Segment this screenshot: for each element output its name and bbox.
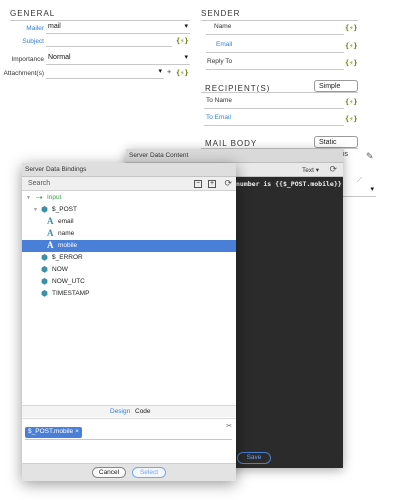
mailer-select[interactable]: mail ▾ — [46, 22, 190, 34]
tree-item-post[interactable]: ▼ ⬢ $_POST — [22, 204, 236, 216]
tree-item-now-utc[interactable]: ⬢ NOW_UTC — [22, 276, 236, 288]
sender-name-input[interactable] — [206, 21, 344, 35]
data-binding-icon[interactable]: {⚡} — [176, 37, 189, 45]
subject-label[interactable]: Subject — [10, 38, 44, 45]
content-code-text[interactable]: number is {{$_POST.mobile}} — [236, 180, 342, 188]
binding-chip-label: $_POST.mobile — [28, 428, 74, 435]
attachments-label: Attachment(s) — [3, 70, 44, 77]
data-binding-icon[interactable]: {⚡} — [345, 59, 358, 67]
tree-item-label: name — [58, 230, 75, 237]
tree-item-mobile[interactable]: A mobile — [22, 240, 236, 252]
cube-icon: ⬢ — [41, 265, 48, 274]
mailbody-partial-text: is — [343, 151, 349, 158]
data-binding-icon[interactable]: {⚡} — [345, 24, 358, 32]
pencil-icon[interactable]: ✎ — [366, 151, 374, 162]
to-name-input[interactable] — [204, 95, 344, 109]
mailbody-section-title: MAIL BODY — [205, 139, 258, 148]
collapse-all-icon[interactable]: − — [194, 180, 202, 188]
to-email-input[interactable] — [204, 112, 344, 126]
expression-area[interactable]: ✂ $_POST.mobile × — [22, 418, 236, 462]
data-binding-icon[interactable]: {⚡} — [345, 98, 358, 106]
cube-icon: ⬢ — [41, 253, 48, 262]
chevron-down-icon: ▾ — [184, 23, 188, 30]
resize-handle-icon[interactable]: ⟋ — [357, 177, 362, 185]
tree-item-name[interactable]: A name — [22, 228, 236, 240]
data-binding-icon[interactable]: {⚡} — [345, 115, 358, 123]
mailer-label[interactable]: Mailer — [10, 25, 44, 32]
tree-item-error[interactable]: ⬢ $_ERROR — [22, 252, 236, 264]
data-binding-icon[interactable]: {⚡} — [345, 42, 358, 50]
dialog-title: Server Data Bindings — [25, 166, 87, 173]
tree-item-timestamp[interactable]: ⬢ TIMESTAMP — [22, 288, 236, 300]
dialog-footer: Cancel Select — [22, 463, 236, 481]
add-attachment-icon[interactable]: + — [167, 68, 171, 76]
tree-item-now[interactable]: ⬢ NOW — [22, 264, 236, 276]
tree-item-label: $_POST — [52, 206, 77, 213]
tree-item-label: mobile — [58, 242, 78, 249]
cube-icon: ⬢ — [41, 205, 48, 214]
tree-item-label: TIMESTAMP — [52, 290, 90, 297]
refresh-icon[interactable]: ⟳ — [329, 164, 337, 175]
refresh-icon[interactable]: ⟳ — [224, 178, 232, 189]
mailer-value: mail — [48, 23, 61, 30]
collapse-arrow-icon[interactable]: ▼ — [33, 207, 38, 213]
attachments-input[interactable]: ▾ — [46, 67, 164, 79]
search-bar: Search − + ⟳ — [22, 177, 236, 191]
tab-code[interactable]: Code — [135, 408, 151, 415]
cancel-button[interactable]: Cancel — [92, 467, 126, 478]
reply-to-input[interactable] — [206, 56, 344, 70]
text-icon: A — [47, 240, 54, 250]
tree-item-label: $_ERROR — [52, 254, 83, 261]
content-mode-select[interactable]: Text ▾ — [302, 166, 319, 174]
general-divider — [10, 20, 190, 21]
text-icon: A — [47, 216, 54, 226]
data-binding-icon[interactable]: {⚡} — [176, 69, 189, 77]
tree-item-input[interactable]: ▼ ⇢ Input — [22, 192, 236, 204]
dialog-header: Server Data Content — [126, 149, 343, 163]
dialog-header: Server Data Bindings — [22, 163, 236, 177]
save-button[interactable]: Save — [237, 452, 271, 464]
tree-item-label: NOW_UTC — [52, 278, 85, 285]
general-section-title: GENERAL — [10, 9, 56, 18]
subject-input[interactable] — [46, 35, 172, 47]
search-input[interactable]: Search — [28, 180, 50, 187]
text-icon: A — [47, 228, 54, 238]
expression-underline — [25, 439, 232, 440]
cube-icon: ⬢ — [41, 277, 48, 286]
importance-select[interactable]: Normal ▾ — [46, 53, 190, 65]
mailbody-select[interactable]: ▾ — [343, 185, 376, 197]
tree-item-label: NOW — [52, 266, 68, 273]
tree-item-label: Input — [47, 194, 62, 201]
sender-section-title: SENDER — [201, 9, 241, 18]
tab-design[interactable]: Design — [110, 408, 130, 415]
cube-icon: ⬢ — [41, 289, 48, 298]
mailbody-mode-button[interactable]: Static — [314, 136, 358, 148]
input-icon: ⇢ — [36, 193, 43, 202]
binding-chip[interactable]: $_POST.mobile × — [25, 427, 82, 438]
recipient-mode-button[interactable]: Simple — [314, 80, 358, 92]
select-button[interactable]: Select — [132, 467, 166, 478]
server-data-bindings-dialog: Server Data Bindings Search − + ⟳ ▼ ⇢ In… — [22, 163, 236, 481]
importance-label: Importance — [11, 56, 44, 63]
recipient-divider — [201, 92, 358, 93]
tree-item-email[interactable]: A email — [22, 216, 236, 228]
chevron-down-icon: ▾ — [370, 186, 374, 193]
expand-all-icon[interactable]: + — [208, 180, 216, 188]
tree-item-label: email — [58, 218, 74, 225]
editor-tabs: Design Code — [22, 405, 236, 417]
dialog-title: Server Data Content — [129, 152, 189, 159]
collapse-arrow-icon[interactable]: ▼ — [26, 195, 31, 201]
clear-format-icon[interactable]: ✂ — [226, 422, 232, 430]
importance-value: Normal — [48, 54, 71, 61]
chevron-down-icon: ▾ — [184, 54, 188, 61]
sender-email-input[interactable] — [206, 39, 344, 53]
close-icon[interactable]: × — [75, 428, 79, 435]
bindings-tree: ▼ ⇢ Input ▼ ⬢ $_POST A email A name A mo… — [22, 192, 236, 392]
chevron-down-icon: ▾ — [158, 68, 162, 75]
